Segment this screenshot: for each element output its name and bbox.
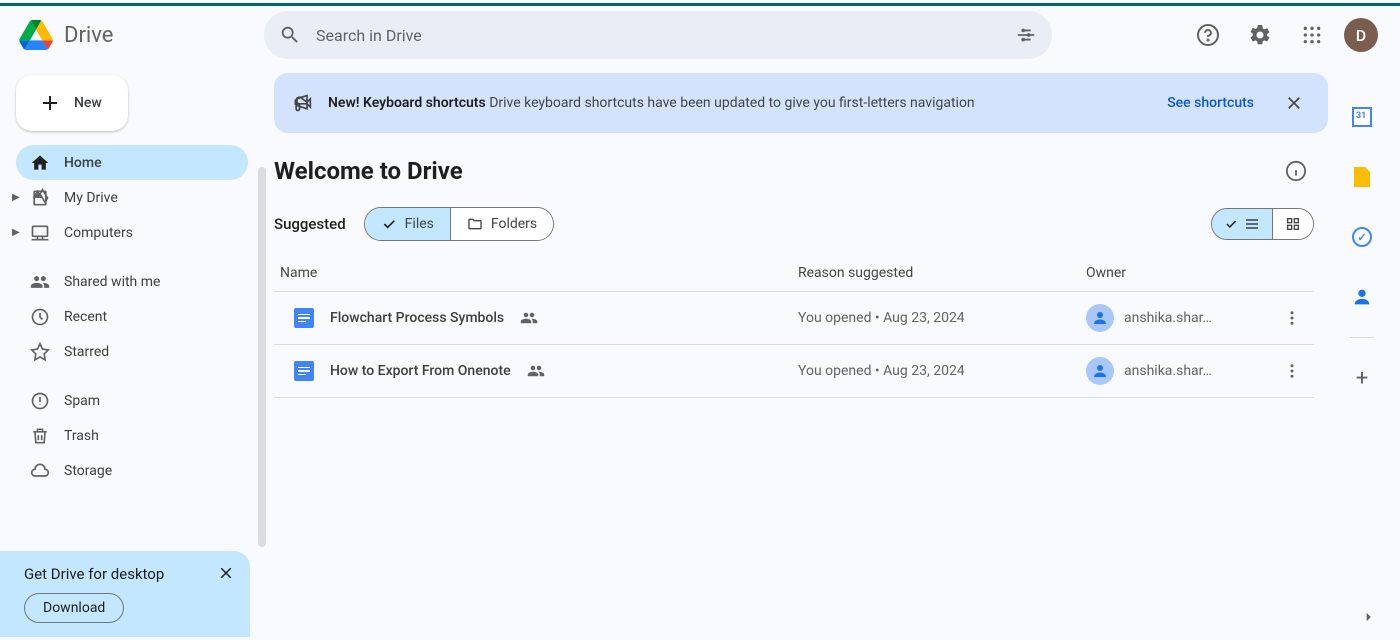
view-group <box>1211 208 1314 240</box>
shortcuts-banner: New! Keyboard shortcuts Drive keyboard s… <box>274 73 1328 133</box>
list-view-button[interactable] <box>1212 209 1272 239</box>
banner-text: Drive keyboard shortcuts have been updat… <box>486 95 975 111</box>
promo-title: Get Drive for desktop <box>24 565 234 583</box>
search-options-icon[interactable] <box>1014 23 1038 47</box>
see-shortcuts-link[interactable]: See shortcuts <box>1167 95 1254 111</box>
new-button-label: New <box>74 95 102 111</box>
star-icon <box>30 342 50 362</box>
sidebar-item-home[interactable]: Home <box>16 145 248 180</box>
apps-icon[interactable] <box>1292 15 1332 55</box>
tasks-app-icon[interactable]: ✓ <box>1342 217 1382 257</box>
file-name: Flowchart Process Symbols <box>330 310 504 326</box>
docs-icon <box>294 308 314 328</box>
owner-name: anshika.shar… <box>1124 310 1212 326</box>
spam-icon <box>30 391 50 411</box>
sidebar-item-label: Computers <box>64 225 133 241</box>
calendar-app-icon[interactable] <box>1342 97 1382 137</box>
info-icon[interactable] <box>1278 153 1314 189</box>
account-avatar[interactable]: D <box>1344 18 1378 52</box>
computers-icon <box>30 223 50 243</box>
list-icon <box>1244 216 1260 232</box>
sidebar-item-label: Trash <box>64 428 99 444</box>
owner-avatar-icon <box>1086 304 1114 332</box>
col-name[interactable]: Name <box>280 265 798 281</box>
sidebar-item-label: Spam <box>64 393 100 409</box>
home-icon <box>30 153 50 173</box>
filter-folders-button[interactable]: Folders <box>450 208 553 240</box>
banner-bold: New! Keyboard shortcuts <box>328 95 486 111</box>
sidebar-item-starred[interactable]: Starred <box>16 334 248 369</box>
keep-app-icon[interactable] <box>1342 157 1382 197</box>
collapse-panel-icon[interactable] <box>1360 607 1390 627</box>
grid-view-button[interactable] <box>1272 209 1313 239</box>
more-actions-icon[interactable] <box>1276 355 1308 387</box>
expand-icon[interactable]: ▶ <box>12 227 20 238</box>
app-name: Drive <box>64 23 113 48</box>
filter-files-label: Files <box>405 216 434 232</box>
file-name: How to Export From Onenote <box>330 363 511 379</box>
new-button[interactable]: New <box>16 75 128 131</box>
sidebar-item-label: Recent <box>64 309 107 325</box>
contacts-app-icon[interactable] <box>1342 277 1382 317</box>
sidebar-item-spam[interactable]: Spam <box>16 383 248 418</box>
check-icon <box>1224 217 1238 231</box>
sidebar-item-shared[interactable]: Shared with me <box>16 264 248 299</box>
mydrive-icon <box>30 188 50 208</box>
sidebar-item-label: Home <box>64 155 102 171</box>
megaphone-icon <box>292 93 312 113</box>
sidebar-item-mydrive[interactable]: ▶ My Drive <box>16 180 248 215</box>
banner-close-icon[interactable] <box>1278 87 1310 119</box>
table-row[interactable]: Flowchart Process Symbols You opened • A… <box>274 292 1314 345</box>
docs-icon <box>294 361 314 381</box>
filter-folders-label: Folders <box>491 216 537 232</box>
col-reason[interactable]: Reason suggested <box>798 265 1086 281</box>
filter-group: Files Folders <box>364 207 554 241</box>
table-row[interactable]: How to Export From Onenote You opened • … <box>274 345 1314 398</box>
side-panel: ✓ + <box>1334 73 1390 637</box>
owner-avatar-icon <box>1086 357 1114 385</box>
grid-icon <box>1285 216 1301 232</box>
trash-icon <box>30 426 50 446</box>
shared-indicator-icon <box>527 362 545 380</box>
col-owner[interactable]: Owner <box>1086 265 1308 281</box>
more-actions-icon[interactable] <box>1276 302 1308 334</box>
download-button[interactable]: Download <box>24 593 124 623</box>
sidebar-item-label: My Drive <box>64 190 118 206</box>
shared-indicator-icon <box>520 309 538 327</box>
storage-icon <box>30 461 50 481</box>
sidebar-item-label: Storage <box>64 463 112 479</box>
sidebar-item-computers[interactable]: ▶ Computers <box>16 215 248 250</box>
reason-text: You opened • Aug 23, 2024 <box>798 363 1086 379</box>
page-title: Welcome to Drive <box>274 157 463 185</box>
sidebar-scrollbar[interactable] <box>258 167 266 547</box>
table-header: Name Reason suggested Owner <box>274 255 1314 292</box>
check-icon <box>381 216 397 232</box>
settings-icon[interactable] <box>1240 15 1280 55</box>
promo-close-icon[interactable] <box>214 561 238 585</box>
expand-icon[interactable]: ▶ <box>12 192 20 203</box>
sidebar-item-label: Starred <box>64 344 109 360</box>
reason-text: You opened • Aug 23, 2024 <box>798 310 1086 326</box>
folder-icon <box>467 216 483 232</box>
search-input[interactable] <box>316 26 1000 45</box>
sidebar-item-recent[interactable]: Recent <box>16 299 248 334</box>
owner-name: anshika.shar… <box>1124 363 1212 379</box>
filter-files-button[interactable]: Files <box>365 208 450 240</box>
desktop-promo: Get Drive for desktop Download <box>0 551 250 637</box>
sidebar-item-label: Shared with me <box>64 274 160 290</box>
shared-icon <box>30 272 50 292</box>
help-icon[interactable] <box>1188 15 1228 55</box>
add-app-icon[interactable]: + <box>1342 358 1382 398</box>
drive-logo-icon <box>16 15 56 55</box>
search-icon <box>278 23 302 47</box>
suggested-label: Suggested <box>274 215 346 233</box>
sidebar-item-storage[interactable]: Storage <box>16 453 248 488</box>
recent-icon <box>30 307 50 327</box>
search-bar[interactable] <box>264 11 1052 59</box>
drive-logo[interactable]: Drive <box>16 15 256 55</box>
plus-icon <box>38 91 62 115</box>
sidebar-item-trash[interactable]: Trash <box>16 418 248 453</box>
